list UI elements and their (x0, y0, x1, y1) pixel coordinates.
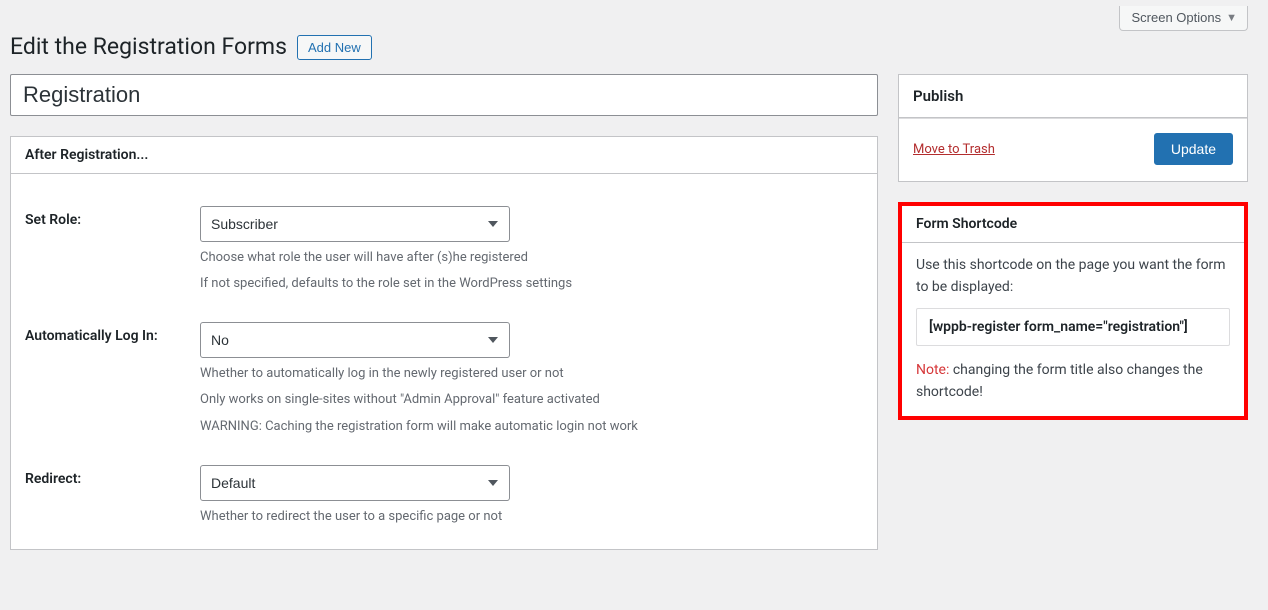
auto-login-select[interactable]: No (200, 322, 510, 358)
shortcode-intro: Use this shortcode on the page you want … (916, 255, 1230, 298)
shortcode-code[interactable]: [wppb-register form_name="registration"] (916, 308, 1230, 346)
after-registration-box: After Registration... Set Role: Subscrib… (10, 136, 878, 550)
redirect-desc-1: Whether to redirect the user to a specif… (200, 507, 863, 527)
auto-login-label: Automatically Log In: (25, 322, 200, 344)
redirect-label: Redirect: (25, 465, 200, 487)
redirect-select[interactable]: Default (200, 465, 510, 501)
auto-login-desc-3: WARNING: Caching the registration form w… (200, 417, 863, 437)
move-to-trash-link[interactable]: Move to Trash (913, 142, 995, 157)
update-button[interactable]: Update (1154, 133, 1233, 165)
after-registration-heading: After Registration... (11, 137, 877, 174)
add-new-button[interactable]: Add New (297, 35, 372, 60)
shortcode-note: Note: changing the form title also chang… (916, 360, 1230, 403)
main-column: After Registration... Set Role: Subscrib… (10, 74, 878, 570)
page-title: Edit the Registration Forms (10, 33, 287, 60)
auto-login-desc-2: Only works on single-sites without "Admi… (200, 390, 863, 410)
chevron-down-icon: ▼ (1226, 12, 1237, 24)
set-role-select[interactable]: Subscriber (200, 206, 510, 242)
form-title-input[interactable] (10, 74, 878, 116)
set-role-label: Set Role: (25, 206, 200, 228)
screen-options-label: Screen Options (1132, 10, 1222, 25)
auto-login-desc-1: Whether to automatically log in the newl… (200, 364, 863, 384)
publish-box: Publish Move to Trash Update (898, 74, 1248, 182)
note-label: Note: (916, 362, 949, 378)
publish-heading: Publish (899, 75, 1247, 118)
side-column: Publish Move to Trash Update Form Shortc… (898, 74, 1248, 440)
screen-options-button[interactable]: Screen Options ▼ (1119, 6, 1249, 31)
note-text: changing the form title also changes the… (916, 362, 1203, 400)
form-shortcode-box: Form Shortcode Use this shortcode on the… (898, 202, 1248, 420)
form-shortcode-heading: Form Shortcode (902, 206, 1244, 243)
set-role-desc-1: Choose what role the user will have afte… (200, 248, 863, 268)
set-role-desc-2: If not specified, defaults to the role s… (200, 274, 863, 294)
